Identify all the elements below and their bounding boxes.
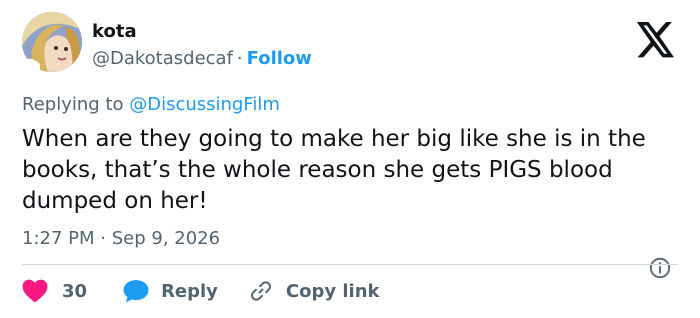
link-icon [250, 281, 271, 301]
user-handle[interactable]: @Dakotasdecaf [92, 48, 233, 69]
separator-dot: · [236, 48, 243, 69]
speech-bubble-icon [123, 280, 149, 303]
handle-row: @Dakotasdecaf · Follow [92, 48, 312, 69]
tweet-time: 1:27 PM [22, 228, 95, 249]
reply-label: Reply [161, 280, 218, 302]
copy-link-label: Copy link [285, 280, 380, 302]
follow-button[interactable]: Follow [247, 48, 312, 69]
like-button[interactable]: 30 [22, 279, 123, 303]
avatar[interactable] [22, 12, 82, 72]
tweet-date: Sep 9, 2026 [111, 228, 221, 249]
heart-icon [22, 279, 48, 303]
timestamp[interactable]: 1:27 PM · Sep 9, 2026 [22, 228, 220, 249]
info-icon[interactable] [649, 257, 671, 279]
avatar-image [22, 12, 82, 72]
reply-button[interactable]: Reply [123, 279, 248, 303]
display-name[interactable]: kota [92, 21, 137, 42]
tweet-text: When are they going to make her big like… [22, 126, 646, 214]
action-bar: 30 Reply Copy link [22, 277, 380, 305]
divider [22, 264, 678, 265]
replying-prefix: Replying to [22, 94, 124, 115]
replying-to: Replying to @DiscussingFilm [22, 94, 280, 115]
replying-mention[interactable]: @DiscussingFilm [129, 94, 280, 115]
copy-link-button[interactable]: Copy link [248, 279, 380, 303]
timestamp-separator: · [100, 228, 106, 249]
like-count: 30 [62, 280, 88, 302]
x-logo-icon[interactable] [636, 22, 676, 58]
